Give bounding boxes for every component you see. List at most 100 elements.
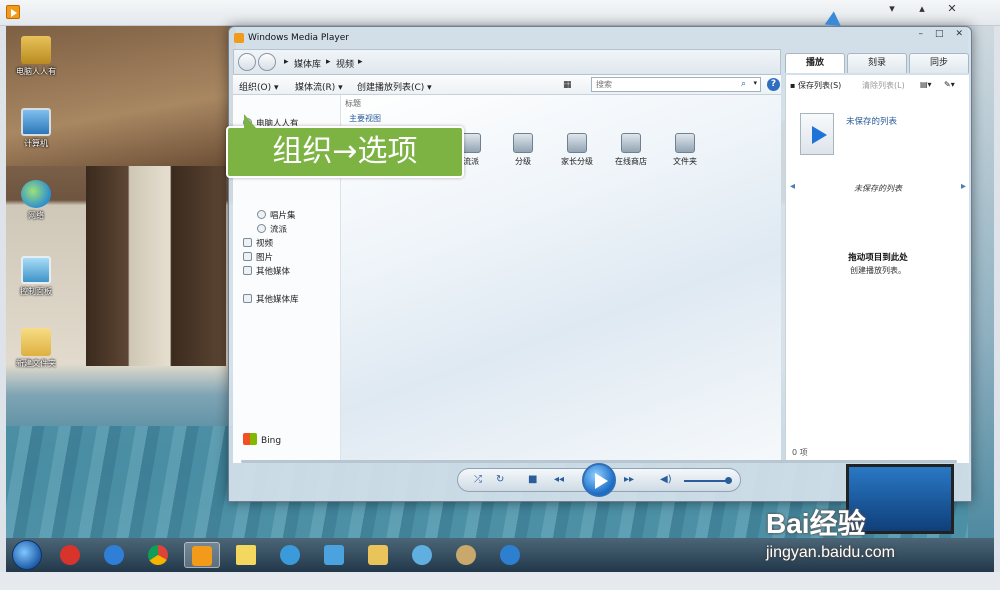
list-toolbar: ▪ 保存列表(S) 清除列表(L) ▤▾ ✎▾ (785, 75, 969, 95)
search-dropdown-icon[interactable]: ▾ (753, 79, 757, 87)
picture-icon (243, 252, 252, 261)
stream-menu[interactable]: 媒体流(R) ▾ (295, 80, 343, 93)
search-icon[interactable]: ⌕ (741, 79, 746, 89)
wmp-maximize-button[interactable]: □ (935, 29, 944, 39)
next-list-arrow-icon[interactable]: ▸ (961, 181, 966, 192)
genre-tile-icon (461, 133, 481, 153)
computer-icon (21, 108, 51, 136)
bing-link[interactable]: Bing (243, 433, 281, 446)
playback-controls: ⤮ ↻ ■ ◂◂ ▸▸ ◀) (457, 463, 741, 497)
playlist-nav: ◂ 未保存的列表 ▸ (786, 181, 970, 195)
forward-button[interactable] (258, 53, 276, 71)
nav-item-album[interactable]: 唱片集 (257, 209, 296, 221)
instruction-callout: 组织→选项 (226, 114, 464, 178)
wallpaper-door (86, 166, 226, 366)
help-icon[interactable]: ? (767, 78, 780, 91)
taskbar-app-1[interactable] (52, 542, 88, 568)
maximize-button[interactable]: ▴ (914, 2, 930, 15)
breadcrumb-sep-icon: ▸ (326, 57, 331, 67)
lib-item-parental[interactable]: 家长分级 (549, 133, 605, 167)
play-button[interactable] (582, 463, 616, 497)
taskbar-explorer[interactable] (360, 542, 396, 568)
folder-icon (21, 328, 51, 356)
previous-icon[interactable]: ◂◂ (554, 474, 564, 485)
list-pane: 未保存的列表 ◂ 未保存的列表 ▸ 拖动项目到此处 创建播放列表。 0 项 (785, 95, 969, 463)
nav-item-other-libraries[interactable]: 其他媒体库 (243, 293, 299, 305)
monitor-icon (324, 545, 344, 565)
album-icon (257, 210, 266, 219)
start-button[interactable] (12, 540, 42, 570)
search-input[interactable] (592, 78, 732, 91)
taskbar-app-11[interactable] (492, 542, 528, 568)
taskbar-paint[interactable] (448, 542, 484, 568)
stop-icon[interactable]: ■ (528, 474, 537, 485)
back-button[interactable] (238, 53, 256, 71)
nav-item-other-media[interactable]: 其他媒体 (243, 265, 290, 277)
lib-item-rating[interactable]: 分级 (495, 133, 551, 167)
tab-play[interactable]: 播放 (785, 53, 845, 73)
next-icon[interactable]: ▸▸ (624, 474, 634, 485)
panel-tabs: 播放 刻录 同步 (785, 53, 969, 73)
playlist-name: 未保存的列表 (854, 184, 902, 193)
wmp-window-controls: – □ ✕ (918, 29, 963, 39)
list-options-icon[interactable]: ▤▾ (920, 80, 932, 89)
user-folder-icon (21, 36, 51, 64)
desktop-icon-control-panel[interactable]: 控制面板 (8, 256, 64, 297)
taskbar-recorder[interactable] (184, 542, 220, 568)
organize-menu[interactable]: 组织(O) ▾ (239, 80, 279, 93)
outer-window-bottom (0, 572, 1000, 590)
unsaved-list-link[interactable]: 未保存的列表 (846, 115, 897, 127)
desktop-icon-new-folder[interactable]: 新建文件夹 (8, 328, 64, 369)
notes-icon (236, 545, 256, 565)
item-count: 0 项 (792, 448, 808, 457)
taskbar-app-7[interactable] (316, 542, 352, 568)
wmp-close-button[interactable]: ✕ (955, 29, 963, 39)
taskbar-chrome[interactable] (140, 542, 176, 568)
shuffle-icon[interactable]: ⤮ (474, 474, 482, 485)
nav-item-genre[interactable]: 流派 (257, 223, 287, 235)
chrome-icon (148, 545, 168, 565)
clear-list-button[interactable]: 清除列表(L) (862, 80, 905, 91)
close-button[interactable]: ✕ (944, 2, 960, 15)
wmp-minimize-button[interactable]: – (918, 29, 923, 39)
minimize-button[interactable]: ▾ (884, 2, 900, 15)
volume-slider[interactable] (684, 477, 732, 484)
play-file-icon (800, 113, 834, 155)
volume-icon[interactable]: ◀) (660, 474, 672, 485)
nav-item-video[interactable]: 视频 (243, 237, 273, 249)
lib-item-folder[interactable]: 文件夹 (657, 133, 713, 167)
network-icon (21, 180, 51, 208)
pinwheel-icon (412, 545, 432, 565)
drop-hint-title: 拖动项目到此处 (848, 253, 908, 263)
windows-flag-icon (243, 433, 257, 445)
taskbar-app-6[interactable] (272, 542, 308, 568)
list-edit-icon[interactable]: ✎▾ (944, 80, 955, 89)
view-options-icon[interactable]: ▦ (563, 80, 572, 90)
taskbar-app-9[interactable] (404, 542, 440, 568)
explorer-icon (368, 545, 388, 565)
desktop-icon-network[interactable]: 网络 (8, 180, 64, 221)
nav-item-picture[interactable]: 图片 (243, 251, 273, 263)
wmp-icon (234, 33, 244, 43)
search-app-icon (280, 545, 300, 565)
save-list-button[interactable]: ▪ 保存列表(S) (790, 80, 841, 91)
breadcrumb-library[interactable]: 媒体库 (294, 57, 321, 70)
main-view-heading: 主要视图 (349, 114, 381, 123)
address-bar: ▸ 媒体库 ▸ 视频 ▸ (233, 49, 781, 75)
genre-icon (257, 224, 266, 233)
watermark-logo: Bai经验 (766, 508, 866, 539)
folder-icon (675, 133, 695, 153)
desktop-icon-computer[interactable]: 计算机 (8, 108, 64, 149)
create-playlist-menu[interactable]: 创建播放列表(C) ▾ (357, 80, 432, 93)
desktop-icon-user[interactable]: 电脑人人有 (8, 36, 64, 77)
tab-sync[interactable]: 同步 (909, 53, 969, 73)
repeat-icon[interactable]: ↻ (496, 474, 504, 485)
tab-burn[interactable]: 刻录 (847, 53, 907, 73)
taskbar-ie[interactable] (96, 542, 132, 568)
lib-item-store[interactable]: 在线商店 (603, 133, 659, 167)
breadcrumb-video[interactable]: 视频 (336, 57, 354, 70)
taskbar-notes[interactable] (228, 542, 264, 568)
column-header-title[interactable]: 标题 (345, 98, 361, 109)
lock-icon (567, 133, 587, 153)
breadcrumb-sep-icon: ▸ (284, 57, 289, 67)
